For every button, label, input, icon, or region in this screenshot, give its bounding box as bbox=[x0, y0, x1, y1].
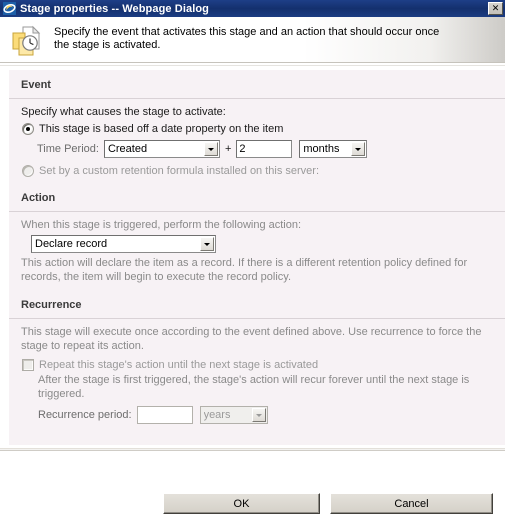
recurrence-period-unit-value: years bbox=[203, 409, 231, 421]
dialog-footer: OK Cancel bbox=[0, 451, 505, 520]
event-prompt: Specify what causes the stage to activat… bbox=[21, 106, 226, 118]
action-prompt: When this stage is triggered, perform th… bbox=[21, 219, 302, 231]
chevron-down-icon[interactable] bbox=[203, 142, 218, 156]
time-period-unit-value: months bbox=[303, 143, 340, 155]
internet-explorer-icon bbox=[3, 2, 16, 15]
section-title-event: Event bbox=[21, 79, 51, 91]
radio-date-property-indicator[interactable] bbox=[22, 123, 34, 135]
close-icon[interactable]: ✕ bbox=[488, 2, 503, 15]
action-description: This action will declare the item as a r… bbox=[21, 257, 468, 283]
section-title-action: Action bbox=[21, 192, 56, 204]
recurrence-period-unit-select[interactable]: years bbox=[199, 406, 268, 424]
documents-clock-icon bbox=[10, 24, 44, 58]
chevron-down-icon[interactable] bbox=[251, 408, 266, 422]
action-select-row: Declare record bbox=[31, 235, 505, 253]
header-divider bbox=[0, 62, 505, 66]
recurrence-period-amount-input[interactable] bbox=[136, 406, 193, 424]
cancel-button[interactable]: Cancel bbox=[330, 493, 493, 514]
window-title: Stage properties -- Webpage Dialog bbox=[20, 2, 210, 15]
time-period-amount-input[interactable]: 2 bbox=[236, 140, 293, 158]
checkbox-repeat-stage-label: Repeat this stage's action until the nex… bbox=[39, 359, 319, 371]
event-section-body: Specify what causes the stage to activat… bbox=[9, 99, 505, 178]
chevron-down-icon[interactable] bbox=[351, 142, 366, 156]
radio-date-property[interactable]: This stage is based off a date property … bbox=[21, 122, 505, 136]
checkbox-repeat-stage[interactable]: Repeat this stage's action until the nex… bbox=[21, 358, 505, 372]
chevron-down-icon[interactable] bbox=[200, 237, 214, 251]
content-panel: Event Specify what causes the stage to a… bbox=[9, 70, 505, 445]
time-period-row: Time Period: Created + 2 months bbox=[37, 140, 505, 158]
action-section-body: When this stage is triggered, perform th… bbox=[9, 212, 505, 284]
recurrence-description: This stage will execute once according t… bbox=[21, 326, 482, 352]
checkbox-repeat-stage-indicator[interactable] bbox=[22, 359, 34, 371]
recurrence-section-body: This stage will execute once according t… bbox=[9, 319, 505, 424]
recurrence-period-label: Recurrence period: bbox=[38, 409, 132, 421]
radio-custom-formula-label: Set by a custom retention formula instal… bbox=[39, 165, 320, 177]
section-title-recurrence: Recurrence bbox=[21, 299, 82, 311]
time-period-amount-value: 2 bbox=[239, 143, 246, 155]
time-period-label: Time Period: bbox=[37, 143, 99, 155]
radio-custom-formula-indicator[interactable] bbox=[22, 165, 34, 177]
action-select[interactable]: Declare record bbox=[31, 235, 216, 253]
recurrence-repeat-help: After the stage is first triggered, the … bbox=[38, 374, 470, 400]
ok-button[interactable]: OK bbox=[163, 493, 320, 514]
time-period-property-value: Created bbox=[107, 143, 148, 155]
radio-custom-formula[interactable]: Set by a custom retention formula instal… bbox=[21, 164, 505, 178]
radio-date-property-label: This stage is based off a date property … bbox=[39, 123, 284, 135]
action-select-value: Declare record bbox=[35, 238, 108, 250]
time-period-unit-select[interactable]: months bbox=[299, 140, 368, 158]
time-period-plus: + bbox=[224, 143, 232, 155]
dialog-header: Specify the event that activates this st… bbox=[0, 17, 505, 62]
time-period-property-select[interactable]: Created bbox=[103, 140, 220, 158]
dialog-description: Specify the event that activates this st… bbox=[54, 26, 440, 51]
recurrence-period-row: Recurrence period: years bbox=[38, 406, 505, 424]
title-bar[interactable]: Stage properties -- Webpage Dialog ✕ bbox=[0, 0, 505, 17]
